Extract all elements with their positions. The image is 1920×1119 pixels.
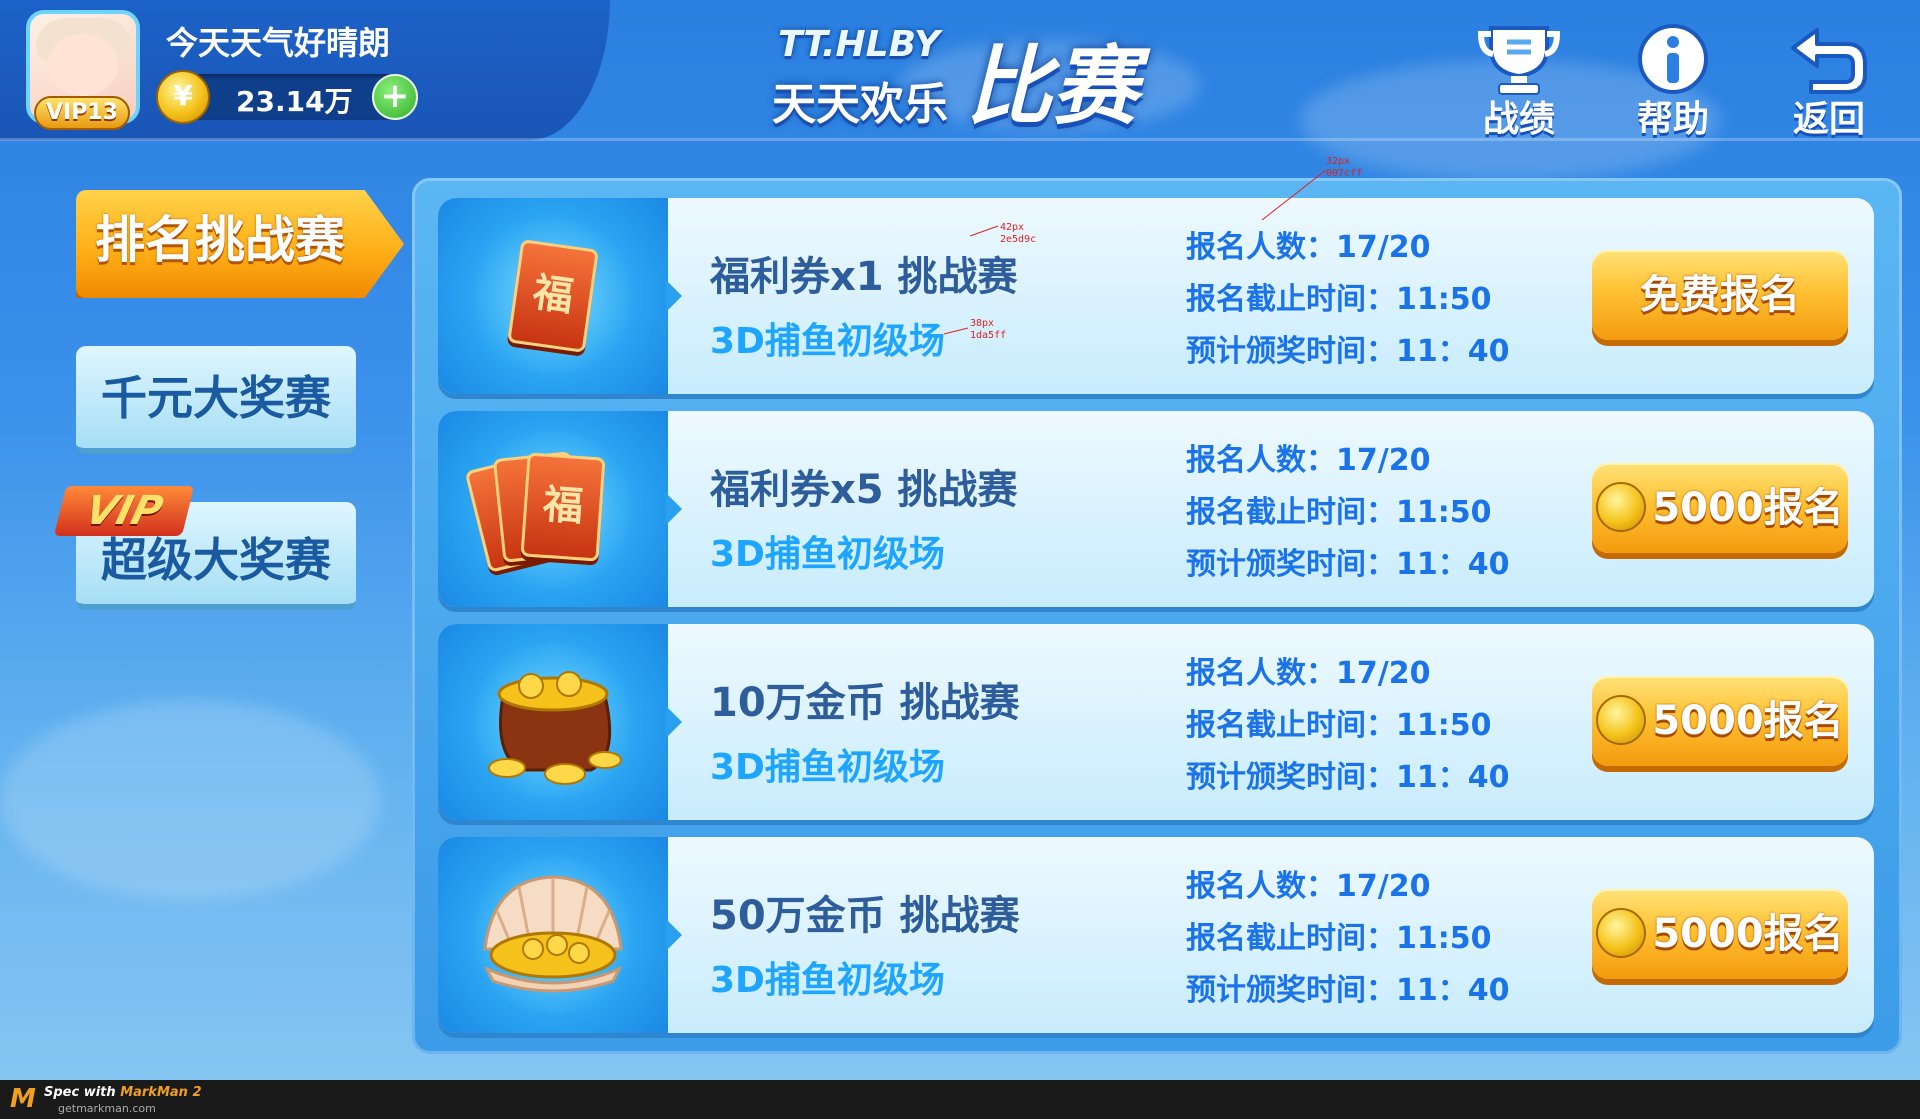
- match-icon-area: 福: [438, 411, 668, 607]
- spec-color: 1da5ff: [970, 330, 1007, 341]
- signup-deadline: 报名截止时间：11:50: [1186, 495, 1492, 530]
- signup-label: 免费报名: [1640, 272, 1800, 318]
- tab-ranking-challenge[interactable]: 排名挑战赛: [76, 190, 404, 298]
- help-button[interactable]: 帮助: [1618, 22, 1728, 142]
- match-icon-area: 福: [438, 198, 668, 394]
- logo-brand: TT.HLBY: [778, 24, 941, 65]
- pointer-arrow: [666, 706, 682, 738]
- signup-count: 报名人数：17/20: [1186, 869, 1431, 904]
- game-logo: TT.HLBY 天天欢乐 比赛: [770, 14, 1150, 137]
- gold-coin-icon: [1596, 908, 1647, 958]
- gold-coin-icon: [1596, 695, 1647, 745]
- gold-coin-icon: [1596, 482, 1647, 532]
- gold-coin-icon: ¥: [156, 70, 210, 124]
- tab-thousand-prize[interactable]: 千元大奖赛: [76, 346, 356, 454]
- award-time: 预计颁奖时间：11：40: [1186, 334, 1510, 369]
- spec-color: 007cff: [1326, 168, 1363, 179]
- coin-shell-icon: [483, 875, 623, 993]
- coin-signup-button[interactable]: 5000报名: [1592, 463, 1848, 553]
- spec-size: 38px: [970, 318, 995, 329]
- trophy-icon: [1477, 26, 1561, 95]
- match-title: 10万金币 挑战赛: [710, 680, 1020, 726]
- award-time: 预计颁奖时间：11：40: [1186, 973, 1510, 1008]
- signup-label: 5000报名: [1652, 485, 1844, 531]
- pointer-arrow: [666, 280, 682, 312]
- markman-footer: M Spec with MarkMan 2 getmarkman.com: [0, 1080, 1920, 1119]
- record-label: 战绩: [1482, 99, 1555, 140]
- ticket-stack-icon: 福: [520, 452, 606, 562]
- match-icon-area: [438, 837, 668, 1033]
- logo-subtitle: 天天欢乐: [772, 79, 948, 130]
- match-subtitle: 3D捕鱼初级场: [710, 960, 945, 1001]
- match-card: 50万金币 挑战赛 3D捕鱼初级场 报名人数：17/20 报名截止时间：11:5…: [438, 837, 1874, 1033]
- coin-amount: 23.14万: [236, 85, 353, 118]
- match-card: 福 福利券x1 挑战赛 3D捕鱼初级场 报名人数：17/20 报名截止时间：11…: [438, 198, 1874, 394]
- logo-title: 比赛: [966, 37, 1138, 137]
- spec-color: 2e5d9c: [1000, 234, 1037, 245]
- match-icon-area: [438, 624, 668, 820]
- spec-prefix: Spec with: [44, 1085, 116, 1100]
- spec-size: 42px: [1000, 222, 1025, 233]
- signup-deadline: 报名截止时间：11:50: [1186, 708, 1492, 743]
- signup-count: 报名人数：17/20: [1186, 656, 1431, 691]
- signup-deadline: 报名截止时间：11:50: [1186, 921, 1492, 956]
- record-button[interactable]: 战绩: [1464, 22, 1574, 142]
- free-signup-button[interactable]: 免费报名: [1592, 250, 1848, 340]
- signup-label: 5000报名: [1652, 698, 1844, 744]
- match-title: 50万金币 挑战赛: [710, 893, 1020, 939]
- signup-label: 5000报名: [1652, 911, 1844, 957]
- vip-badge: VIP13: [34, 96, 130, 130]
- back-button[interactable]: 返回: [1774, 22, 1884, 142]
- vip-ribbon: VIP: [53, 486, 195, 536]
- bg-cloud: [0, 700, 380, 900]
- match-card: 10万金币 挑战赛 3D捕鱼初级场 报名人数：17/20 报名截止时间：11:5…: [438, 624, 1874, 820]
- markman-logo-icon: M: [10, 1084, 36, 1114]
- spec-annotation: 38px 1da5ff: [970, 318, 1006, 342]
- match-subtitle: 3D捕鱼初级场: [710, 747, 945, 788]
- coin-signup-button[interactable]: 5000报名: [1592, 676, 1848, 766]
- signup-deadline: 报名截止时间：11:50: [1186, 282, 1492, 317]
- return-arrow-icon: [1791, 28, 1867, 94]
- award-time: 预计颁奖时间：11：40: [1186, 760, 1510, 795]
- markman-url[interactable]: getmarkman.com: [58, 1102, 156, 1115]
- info-icon: [1638, 24, 1708, 94]
- avatar-face: [48, 34, 118, 96]
- help-label: 帮助: [1636, 99, 1709, 140]
- player-nickname: 今天天气好晴朗: [166, 24, 391, 62]
- spec-credit: Spec with MarkMan 2: [44, 1085, 202, 1100]
- spec-app: MarkMan 2: [120, 1085, 202, 1100]
- match-subtitle: 3D捕鱼初级场: [710, 534, 945, 575]
- coin-bag-icon: [488, 671, 622, 785]
- signup-count: 报名人数：17/20: [1186, 230, 1431, 265]
- award-time: 预计颁奖时间：11：40: [1186, 547, 1510, 582]
- signup-count: 报名人数：17/20: [1186, 443, 1431, 478]
- match-card: 福 福利券x5 挑战赛 3D捕鱼初级场 报名人数：17/20 报名截止时间：11…: [438, 411, 1874, 607]
- add-coins-button[interactable]: +: [372, 74, 418, 120]
- spec-annotation: 42px 2e5d9c: [1000, 222, 1036, 246]
- match-title: 福利券x1 挑战赛: [710, 254, 1018, 300]
- match-title: 福利券x5 挑战赛: [710, 467, 1018, 513]
- back-label: 返回: [1792, 99, 1865, 140]
- ticket-single-icon: 福: [507, 239, 599, 353]
- pointer-arrow: [666, 919, 682, 951]
- spec-size: 32px: [1326, 156, 1351, 167]
- pointer-arrow: [666, 493, 682, 525]
- spec-annotation: 32px 007cff: [1326, 156, 1362, 180]
- coin-signup-button[interactable]: 5000报名: [1592, 889, 1848, 979]
- match-subtitle: 3D捕鱼初级场: [710, 321, 945, 362]
